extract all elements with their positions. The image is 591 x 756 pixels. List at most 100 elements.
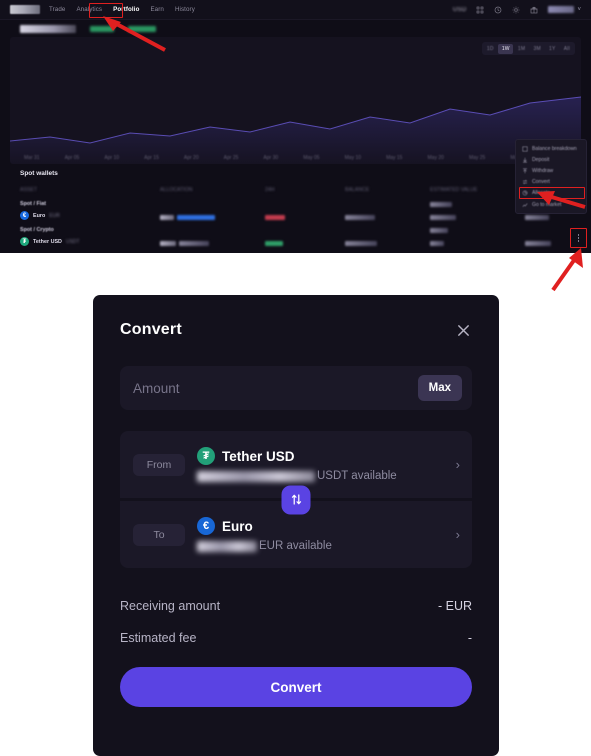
eur-coin-icon: € <box>197 517 215 535</box>
grid-icon[interactable] <box>476 6 484 14</box>
estimated-fee-row: Estimated fee - <box>120 622 472 654</box>
available-cell <box>525 233 571 251</box>
from-available-label: USDT available <box>317 470 397 482</box>
allocation-cell <box>160 233 265 251</box>
to-label: To <box>133 523 185 546</box>
convert-icon <box>522 179 528 185</box>
convert-modal: Convert Max From ₮ Tether USD <box>93 295 499 756</box>
screenshot-root: Trade Analytics Portfolio Earn History U… <box>0 0 591 756</box>
x-tick: May 10 <box>344 155 362 161</box>
to-available-label: EUR available <box>259 540 332 552</box>
swap-vertical-icon[interactable] <box>281 485 311 514</box>
change-absolute-value <box>90 25 114 32</box>
menu-item-go-to-market[interactable]: Go to market <box>516 199 586 210</box>
x-tick: Apr 05 <box>64 155 80 161</box>
to-details: € Euro EUR available <box>197 517 448 552</box>
balance-cell <box>345 233 430 251</box>
asset-cell: ₮ Tether USD USDT <box>20 237 160 246</box>
currency-pair-selector: From ₮ Tether USD USDT available › To € … <box>120 431 472 568</box>
nav-tab-portfolio[interactable]: Portfolio <box>113 6 139 13</box>
max-button[interactable]: Max <box>417 375 462 401</box>
portfolio-summary <box>0 20 591 37</box>
from-available: USDT available <box>197 470 448 482</box>
from-details: ₮ Tether USD USDT available <box>197 447 448 482</box>
menu-item-label: Withdraw <box>532 167 554 174</box>
menu-item-withdraw[interactable]: Withdraw <box>516 165 586 176</box>
timeframe-3m[interactable]: 3M <box>530 44 545 54</box>
table-row[interactable]: ₮ Tether USD USDT <box>20 235 571 248</box>
timeframe-1w[interactable]: 1W <box>498 43 514 54</box>
x-tick: Apr 25 <box>223 155 239 161</box>
eur-coin-icon: € <box>20 211 29 220</box>
nav-links: Trade Analytics Portfolio Earn History <box>49 6 195 13</box>
menu-item-label: Go to market <box>532 201 562 208</box>
x-tick: May 20 <box>427 155 444 161</box>
chart-timeframe-selector: 1D 1W 1M 3M 1Y All <box>481 42 575 55</box>
x-tick: Apr 20 <box>183 155 199 161</box>
estimated-fee-value: - <box>467 631 472 645</box>
to-available: EUR available <box>197 540 448 552</box>
convert-submit-button[interactable]: Convert <box>120 667 472 707</box>
timeframe-1d[interactable]: 1D <box>483 44 497 54</box>
chart-area-line <box>10 96 581 164</box>
exchange-logo[interactable] <box>10 5 40 14</box>
asset-name: Tether USD <box>33 238 62 245</box>
gift-icon[interactable] <box>530 6 538 14</box>
menu-item-deposit[interactable]: Deposit <box>516 154 586 165</box>
nav-tab-trade[interactable]: Trade <box>49 6 65 13</box>
from-available-amount <box>197 470 315 482</box>
receiving-amount-row: Receiving amount - EUR <box>120 590 472 622</box>
chart-x-axis: Mar 31 Apr 05 Apr 10 Apr 15 Apr 20 Apr 2… <box>10 153 581 163</box>
modal-title: Convert <box>120 321 182 338</box>
change-24h-cell <box>265 233 345 251</box>
user-name <box>548 6 575 13</box>
gear-icon[interactable] <box>512 6 520 14</box>
arrow-down-icon <box>522 157 528 163</box>
asset-symbol: USDT <box>65 238 80 245</box>
close-icon[interactable] <box>455 322 472 339</box>
total-balance-value <box>20 24 76 33</box>
nav-tab-history[interactable]: History <box>175 6 195 13</box>
nav-balance-value: USD <box>452 6 467 13</box>
allocation-cell <box>160 207 265 225</box>
nav-tab-earn[interactable]: Earn <box>150 6 163 13</box>
chevron-down-icon: ˅ <box>577 6 581 13</box>
x-tick: Apr 30 <box>263 155 279 161</box>
estimated-fee-label: Estimated fee <box>120 631 197 645</box>
arrow-up-icon <box>522 168 528 174</box>
from-asset: ₮ Tether USD <box>197 447 448 465</box>
menu-item-allocate[interactable]: Allocate <box>516 188 586 199</box>
change-percent-value <box>128 25 156 32</box>
chevron-right-icon: › <box>455 457 460 472</box>
usdt-coin-icon: ₮ <box>197 447 215 465</box>
x-tick: Apr 15 <box>144 155 159 161</box>
menu-item-balance-breakdown[interactable]: Balance breakdown <box>516 143 586 154</box>
menu-item-label: Allocate <box>532 190 551 197</box>
x-tick: May 25 <box>468 155 486 161</box>
amount-input[interactable] <box>133 380 418 396</box>
menu-item-label: Convert <box>532 179 550 186</box>
chart-icon <box>522 202 528 208</box>
row-actions-menu-button[interactable] <box>574 231 583 245</box>
col-estimated-value: ESTIMATED VALUE <box>430 186 478 193</box>
amount-field-wrapper: Max <box>120 366 472 410</box>
asset-symbol: EUR <box>49 212 60 219</box>
pie-icon <box>522 190 528 196</box>
top-navbar: Trade Analytics Portfolio Earn History U… <box>0 0 591 20</box>
menu-item-convert[interactable]: Convert <box>516 177 586 188</box>
col-allocation: ALLOCATION <box>160 186 193 193</box>
section-title: Spot wallets <box>20 170 58 177</box>
nav-tab-analytics[interactable]: Analytics <box>76 6 102 13</box>
group-label: Spot / Crypto <box>20 226 54 233</box>
clock-icon[interactable] <box>494 6 502 14</box>
user-account-menu[interactable]: ˅ <box>548 6 581 13</box>
portfolio-chart: 1D 1W 1M 3M 1Y All Mar 31 Apr 05 Apr 10 … <box>10 37 581 164</box>
x-tick: May 05 <box>303 155 320 161</box>
to-available-amount <box>197 540 257 552</box>
timeframe-all[interactable]: All <box>560 44 573 54</box>
x-tick: Mar 31 <box>24 155 40 161</box>
timeframe-1m[interactable]: 1M <box>514 44 529 54</box>
timeframe-1y[interactable]: 1Y <box>545 44 559 54</box>
list-icon <box>522 146 528 152</box>
nav-right-cluster: USD ˅ <box>453 6 581 14</box>
